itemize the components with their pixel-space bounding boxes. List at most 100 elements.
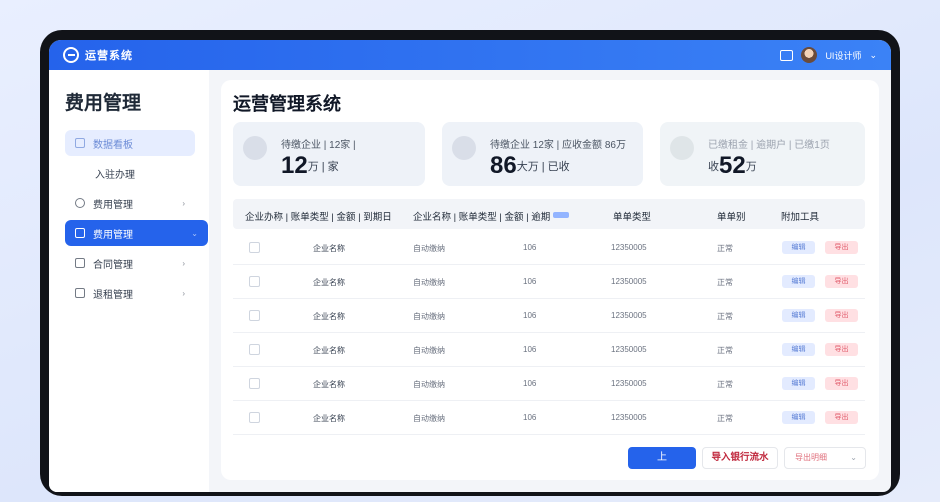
cell-status: 正常 bbox=[717, 312, 733, 321]
table-row[interactable]: 企业名称 自动缴纳 106 12350005 正常 编辑 导出 bbox=[233, 401, 865, 435]
cell-name: 企业名称 bbox=[313, 380, 345, 389]
cell-name: 企业名称 bbox=[313, 244, 345, 253]
stat-value: 12万 | 家 bbox=[281, 152, 339, 179]
row-checkbox[interactable] bbox=[249, 344, 260, 355]
chevron-down-icon: ⌄ bbox=[850, 453, 857, 462]
top-nav-bar: 运营系统 UI设计师 ⌄ bbox=[49, 40, 891, 70]
cell-name: 企业名称 bbox=[313, 278, 345, 287]
stat-card-receivable[interactable]: 待缴企业 12家 | 应收金额 86万 86大万 | 已收 bbox=[442, 122, 643, 186]
stat-value: 86大万 | 已收 bbox=[490, 152, 570, 179]
column-header[interactable]: 企业名称 | 账单类型 | 金额 | 逾期 bbox=[413, 209, 569, 223]
stat-icon bbox=[243, 136, 267, 160]
stat-subtitle: 已缴租金 | 逾期户 | 已缴1页 bbox=[708, 140, 830, 151]
chevron-right-icon: › bbox=[182, 258, 185, 268]
export-row-button[interactable]: 导出 bbox=[825, 343, 858, 356]
cell-name: 企业名称 bbox=[313, 414, 345, 423]
filter-tag-icon[interactable] bbox=[552, 212, 569, 218]
logo-text: 运营系统 bbox=[85, 50, 133, 62]
contract-icon bbox=[75, 258, 85, 268]
stat-icon bbox=[670, 136, 694, 160]
cell-date: 12350005 bbox=[611, 277, 647, 286]
edit-button[interactable]: 编辑 bbox=[782, 241, 815, 254]
column-header[interactable]: 单单类型 bbox=[613, 209, 651, 223]
cell-status: 正常 bbox=[717, 380, 733, 389]
user-area: UI设计师 ⌄ bbox=[780, 47, 877, 63]
cell-type: 自动缴纳 bbox=[413, 380, 445, 389]
cell-type: 自动缴纳 bbox=[413, 414, 445, 423]
row-checkbox[interactable] bbox=[249, 378, 260, 389]
row-checkbox[interactable] bbox=[249, 412, 260, 423]
exit-icon bbox=[75, 288, 85, 298]
export-row-button[interactable]: 导出 bbox=[825, 241, 858, 254]
stat-value: 收52万 bbox=[708, 152, 757, 179]
sidebar-item-fees[interactable]: 费用管理 › bbox=[65, 190, 195, 216]
export-row-button[interactable]: 导出 bbox=[825, 411, 858, 424]
stat-subtitle: 待缴企业 12家 | 应收金额 86万 bbox=[490, 140, 626, 151]
table-header: 企业办称 | 账单类型 | 金额 | 到期日 企业名称 | 账单类型 | 金额 … bbox=[233, 199, 865, 229]
sidebar-item-dashboard[interactable]: 数据看板 bbox=[65, 130, 195, 156]
cell-type: 自动缴纳 bbox=[413, 244, 445, 253]
row-checkbox[interactable] bbox=[249, 242, 260, 253]
stat-subtitle: 待缴企业 | 12家 | bbox=[281, 140, 356, 151]
sidebar-item-label: 费用管理 bbox=[93, 199, 133, 211]
edit-button[interactable]: 编辑 bbox=[782, 343, 815, 356]
sidebar-item-leaving[interactable]: 退租管理 › bbox=[65, 280, 195, 306]
table-row[interactable]: 企业名称 自动缴纳 106 12350005 正常 编辑 导出 bbox=[233, 299, 865, 333]
sidebar-item-contracts[interactable]: 合同管理 › bbox=[65, 250, 195, 276]
edit-button[interactable]: 编辑 bbox=[782, 309, 815, 322]
table-row[interactable]: 企业名称 自动缴纳 106 12350005 正常 编辑 导出 bbox=[233, 367, 865, 401]
stat-card-collected[interactable]: 已缴租金 | 逾期户 | 已缴1页 收52万 bbox=[660, 122, 865, 186]
cell-status: 正常 bbox=[717, 278, 733, 287]
export-select-value: 导出明细 bbox=[795, 453, 827, 462]
chevron-right-icon: › bbox=[182, 198, 185, 208]
cell-status: 正常 bbox=[717, 244, 733, 253]
column-header[interactable]: 单单别 bbox=[717, 209, 746, 223]
sidebar: 费用管理 数据看板 入驻办理 费用管理 › 费用管理 ⌄ 合同管理 › 退租管理… bbox=[49, 70, 209, 492]
sidebar-item-label: 费用管理 bbox=[93, 229, 133, 241]
chevron-down-icon: ⌄ bbox=[191, 228, 198, 238]
message-icon[interactable] bbox=[780, 49, 794, 61]
row-checkbox[interactable] bbox=[249, 310, 260, 321]
edit-button[interactable]: 编辑 bbox=[782, 411, 815, 424]
edit-button[interactable]: 编辑 bbox=[782, 377, 815, 390]
logo-icon bbox=[63, 47, 79, 63]
table-row[interactable]: 企业名称 自动缴纳 106 12350005 正常 编辑 导出 bbox=[233, 265, 865, 299]
cell-date: 12350005 bbox=[611, 379, 647, 388]
column-header[interactable]: 附加工具 bbox=[781, 209, 819, 223]
cell-date: 12350005 bbox=[611, 311, 647, 320]
column-header[interactable]: 企业办称 | 账单类型 | 金额 | 到期日 bbox=[245, 209, 392, 223]
cell-amount: 106 bbox=[523, 379, 537, 388]
cell-date: 12350005 bbox=[611, 243, 647, 252]
export-row-button[interactable]: 导出 bbox=[825, 275, 858, 288]
export-row-button[interactable]: 导出 bbox=[825, 309, 858, 322]
user-icon bbox=[75, 198, 85, 208]
cell-amount: 106 bbox=[523, 243, 537, 252]
chevron-down-icon[interactable]: ⌄ bbox=[869, 50, 877, 61]
sidebar-item-checkin[interactable]: 入驻办理 bbox=[65, 160, 195, 186]
cell-amount: 106 bbox=[523, 311, 537, 320]
sidebar-item-label: 数据看板 bbox=[93, 139, 133, 151]
sidebar-title: 费用管理 bbox=[65, 93, 142, 114]
table-row[interactable]: 企业名称 自动缴纳 106 12350005 正常 编辑 导出 bbox=[233, 231, 865, 265]
document-icon bbox=[75, 228, 85, 238]
main-panel: 运营管理系统 待缴企业 | 12家 | 12万 | 家 待缴企业 12家 | 应… bbox=[221, 80, 879, 480]
edit-button[interactable]: 编辑 bbox=[782, 275, 815, 288]
user-name[interactable]: UI设计师 bbox=[825, 49, 861, 62]
cell-name: 企业名称 bbox=[313, 312, 345, 321]
export-row-button[interactable]: 导出 bbox=[825, 377, 858, 390]
upload-button[interactable]: 上 bbox=[628, 447, 696, 469]
chevron-right-icon: › bbox=[182, 288, 185, 298]
stat-card-pending[interactable]: 待缴企业 | 12家 | 12万 | 家 bbox=[233, 122, 425, 186]
cell-amount: 106 bbox=[523, 277, 537, 286]
row-checkbox[interactable] bbox=[249, 276, 260, 287]
stat-icon bbox=[452, 136, 476, 160]
import-bank-flow-button[interactable]: 导入银行流水 bbox=[702, 447, 778, 469]
cell-type: 自动缴纳 bbox=[413, 278, 445, 287]
export-select[interactable]: 导出明细 ⌄ bbox=[784, 447, 866, 469]
cell-status: 正常 bbox=[717, 346, 733, 355]
avatar[interactable] bbox=[801, 47, 818, 63]
sidebar-item-fees-active[interactable]: 费用管理 ⌄ bbox=[65, 220, 208, 246]
cell-type: 自动缴纳 bbox=[413, 312, 445, 321]
table-row[interactable]: 企业名称 自动缴纳 106 12350005 正常 编辑 导出 bbox=[233, 333, 865, 367]
cell-name: 企业名称 bbox=[313, 346, 345, 355]
